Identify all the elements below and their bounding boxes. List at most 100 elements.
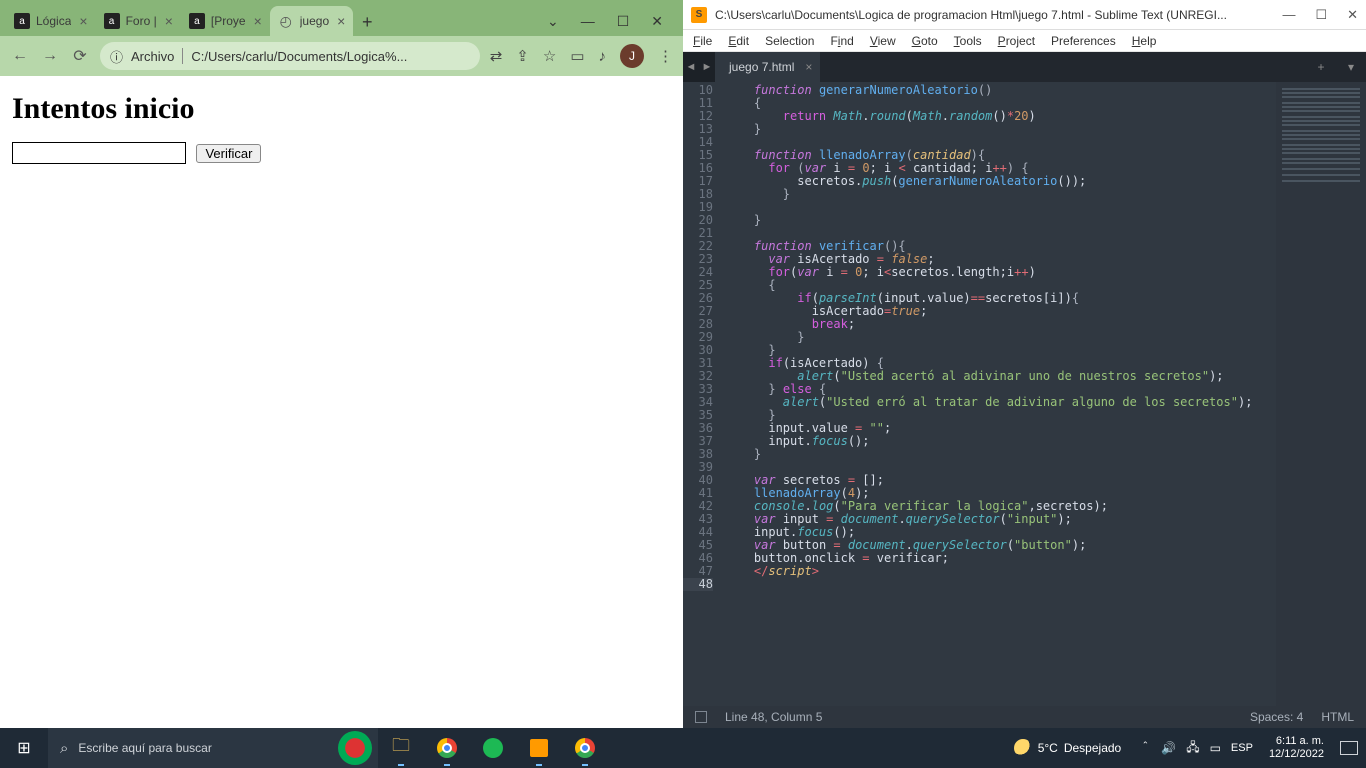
tray-chevron-icon[interactable]: ＾ [1139,740,1151,757]
back-button[interactable]: ← [10,47,30,65]
close-icon[interactable]: × [337,13,345,29]
menu-project[interactable]: Project [998,34,1035,48]
verify-button[interactable]: Verificar [196,144,261,163]
menu-file[interactable]: File [693,34,712,48]
tab-nav-right-icon[interactable]: ► [699,52,715,82]
profile-avatar[interactable]: J [620,44,644,68]
favicon: a [14,13,30,29]
tray-volume-icon[interactable]: 🔊 [1161,741,1176,755]
code-editor[interactable]: function generarNumeroAleatorio() { retu… [721,82,1276,706]
new-file-icon[interactable]: + [1306,52,1336,82]
menu-selection[interactable]: Selection [765,34,814,48]
tab-dropdown-icon[interactable]: ▾ [1336,52,1366,82]
close-window-icon[interactable]: ✕ [1347,7,1358,23]
tab-4-active[interactable]: ◴ juego × [270,6,354,36]
url-text: C:/Users/carlu/Documents/Logica%... [191,49,469,64]
origin-label: Archivo [131,49,174,64]
taskbar-spotify[interactable] [470,728,516,768]
menu-preferences[interactable]: Preferences [1051,34,1116,48]
page-content: Intentos inicio Verificar [0,76,683,728]
clock-time: 6:11 a. m. [1269,735,1324,748]
tab-title: [Proye [211,14,246,28]
tray-language[interactable]: ESP [1231,742,1253,754]
moon-icon [1014,739,1032,757]
menu-goto[interactable]: Goto [912,34,938,48]
close-icon[interactable]: × [805,60,812,74]
taskbar-chrome[interactable] [424,728,470,768]
tray-battery-icon[interactable]: ▭ [1210,741,1221,755]
menu-edit[interactable]: Edit [728,34,749,48]
tab-title: Lógica [36,14,71,28]
tray-network-icon[interactable]: 🖧 [1186,738,1199,759]
maximize-icon[interactable]: ☐ [1315,7,1327,23]
omnibox[interactable]: ⓘ Archivo C:/Users/carlu/Documents/Logic… [100,42,480,70]
syntax-setting[interactable]: HTML [1321,710,1354,724]
weather-widget[interactable]: 5°C Despejado [1014,739,1122,757]
kebab-menu-icon[interactable]: ⋮ [658,47,673,65]
maximize-icon[interactable]: ☐ [617,13,630,30]
translate-icon[interactable]: ⇄ [490,47,503,65]
extensions-icon[interactable]: ▭ [570,47,584,65]
cursor-position[interactable]: Line 48, Column 5 [725,710,822,724]
tab-3[interactable]: a [Proye × [181,6,270,36]
clock-date: 12/12/2022 [1269,748,1324,761]
new-tab-button[interactable]: + [353,8,381,36]
window-title: C:\Users\carlu\Documents\Logica de progr… [715,8,1282,22]
minimize-icon[interactable]: — [1282,7,1295,23]
system-tray: 5°C Despejado ＾ 🔊 🖧 ▭ ESP 6:11 a. m. 12/… [1006,735,1366,761]
tab-label: juego 7.html [729,60,794,74]
line-gutter[interactable]: 1011121314151617181920212223242526272829… [683,82,721,706]
taskbar-sublime[interactable] [516,728,562,768]
taskbar-chrome-2[interactable] [562,728,608,768]
address-bar: ← → ⟳ ⓘ Archivo C:/Users/carlu/Documents… [0,36,683,76]
chrome-window: a Lógica × a Foro | × a [Proye × ◴ juego × + ⌄ —… [0,0,683,728]
menu-bar: File Edit Selection Find View Goto Tools… [683,30,1366,52]
forward-button[interactable]: → [40,47,60,65]
tab-nav-left-icon[interactable]: ◄ [683,52,699,82]
panel-toggle-icon[interactable] [695,711,707,723]
caret-down-icon[interactable]: ⌄ [547,13,559,30]
separator [182,48,183,64]
titlebar: S C:\Users\carlu\Documents\Logica de pro… [683,0,1366,30]
sublime-window: S C:\Users\carlu\Documents\Logica de pro… [683,0,1366,728]
window-controls: ⌄ — ☐ ✕ [533,6,677,36]
menu-find[interactable]: Find [830,34,853,48]
taskbar-clock[interactable]: 6:11 a. m. 12/12/2022 [1269,735,1324,761]
indent-setting[interactable]: Spaces: 4 [1250,710,1303,724]
status-bar: Line 48, Column 5 Spaces: 4 HTML [683,706,1366,728]
page-heading: Intentos inicio [12,92,671,126]
weather-temp: 5°C [1038,741,1058,755]
tab-title: juego [300,14,329,28]
minimize-icon[interactable]: — [581,13,595,29]
close-icon[interactable]: × [254,13,262,29]
tab-1[interactable]: a Lógica × [6,6,96,36]
menu-tools[interactable]: Tools [954,34,982,48]
close-window-icon[interactable]: ✕ [651,13,663,30]
taskbar-explorer[interactable]: 🗀 [378,728,424,768]
tab-title: Foro | [126,14,157,28]
site-info-icon[interactable]: ⓘ [110,47,123,66]
favicon: a [189,13,205,29]
bookmark-star-icon[interactable]: ☆ [543,47,556,65]
menu-view[interactable]: View [870,34,896,48]
share-icon[interactable]: ⇪ [516,47,529,65]
minimap[interactable] [1276,82,1366,706]
favicon: a [104,13,120,29]
tab-2[interactable]: a Foro | × [96,6,181,36]
notifications-icon[interactable] [1340,741,1358,755]
sublime-icon: S [691,7,707,23]
editor-tab-active[interactable]: juego 7.html × [715,52,820,82]
guess-input[interactable] [12,142,186,164]
close-icon[interactable]: × [79,13,87,29]
favicon: ◴ [278,13,294,29]
search-highlight-icon [338,731,372,765]
start-button[interactable]: ⊞ [0,728,48,768]
editor-tabs: ◄ ► juego 7.html × + ▾ [683,52,1366,82]
close-icon[interactable]: × [165,13,173,29]
taskbar-search[interactable]: ⌕ Escribe aquí para buscar [48,728,378,768]
reload-button[interactable]: ⟳ [70,46,90,66]
taskbar: ⊞ ⌕ Escribe aquí para buscar 🗀 5°C Despe… [0,728,1366,768]
search-icon: ⌕ [60,740,68,757]
media-icon[interactable]: ♪ [599,48,607,65]
menu-help[interactable]: Help [1132,34,1157,48]
